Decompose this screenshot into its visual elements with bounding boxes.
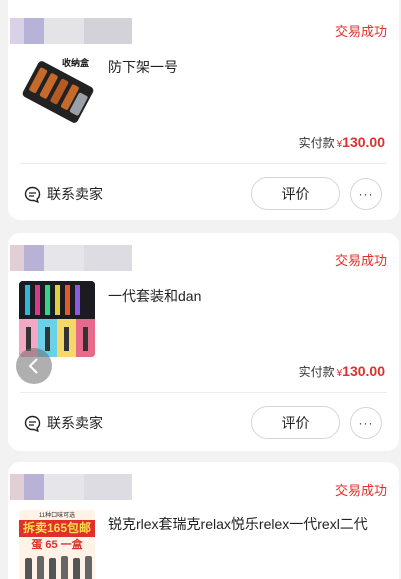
order-status: 交易成功 — [334, 253, 387, 268]
product-image-badge: 收纳盒 — [61, 58, 89, 68]
payment-row: 实付款 ¥ 130.00 — [299, 363, 385, 380]
payment-label: 实付款 — [298, 365, 335, 379]
order-card[interactable]: 交易成功 11种口味可选 拆卖165包邮 蛋 65 一盒 锐克rlex套瑞克re… — [8, 462, 399, 579]
more-options-button[interactable]: ··· — [350, 407, 382, 439]
order-card[interactable]: 交易成功 一代套装和dan 实付款 ¥ 130.00 联系卖家 评价 ··· — [8, 233, 399, 451]
order-card[interactable]: 交易成功 收纳盒 防下架一号 实付款 ¥ 130.00 联系卖家 评价 ··· — [8, 0, 399, 220]
review-button[interactable]: 评价 — [251, 177, 340, 210]
review-button[interactable]: 评价 — [251, 406, 340, 439]
product-image-promo: 拆卖165包邮 — [19, 520, 95, 537]
payment-amount: 130.00 — [342, 363, 385, 379]
divider — [20, 163, 387, 164]
contact-seller-button[interactable]: 联系卖家 — [24, 413, 103, 433]
shop-name-blurred — [10, 474, 132, 500]
chat-bubble-icon — [24, 415, 41, 432]
shop-name-blurred — [10, 18, 132, 44]
order-status: 交易成功 — [334, 24, 387, 39]
chevron-left-icon — [28, 358, 38, 374]
divider — [20, 392, 387, 393]
payment-label: 实付款 — [298, 136, 335, 150]
product-image — [25, 556, 92, 579]
product-thumbnail[interactable] — [19, 281, 95, 357]
product-title[interactable]: 锐克rlex套瑞克relax悦乐relex一代rexl二代 — [108, 514, 368, 534]
contact-seller-label: 联系卖家 — [47, 186, 103, 202]
product-thumbnail[interactable]: 11种口味可选 拆卖165包邮 蛋 65 一盒 — [19, 510, 95, 579]
chat-bubble-icon — [24, 186, 41, 203]
product-title[interactable]: 防下架一号 — [108, 57, 178, 77]
more-options-button[interactable]: ··· — [350, 178, 382, 210]
product-image-caption: 11种口味可选 — [38, 513, 76, 519]
contact-seller-label: 联系卖家 — [47, 415, 103, 431]
payment-row: 实付款 ¥ 130.00 — [299, 134, 385, 151]
product-title[interactable]: 一代套装和dan — [108, 286, 201, 306]
product-image — [19, 281, 95, 357]
back-button[interactable] — [16, 348, 52, 384]
product-image-subtext: 蛋 65 一盒 — [31, 539, 83, 551]
shop-name-blurred — [10, 245, 132, 271]
order-status: 交易成功 — [334, 483, 387, 498]
product-thumbnail[interactable]: 收纳盒 — [19, 52, 95, 128]
contact-seller-button[interactable]: 联系卖家 — [24, 184, 103, 204]
payment-amount: 130.00 — [342, 134, 385, 150]
